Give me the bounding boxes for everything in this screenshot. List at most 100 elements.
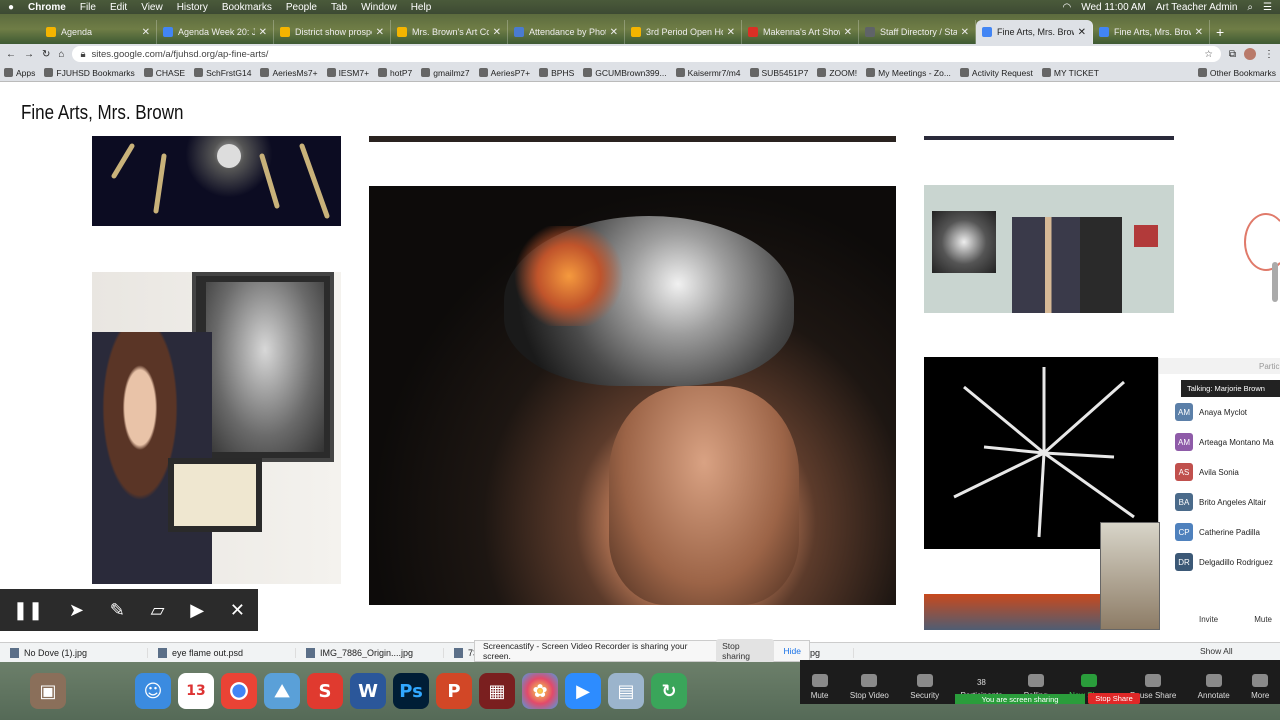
word-icon[interactable]: W	[350, 673, 386, 709]
bookmark-item[interactable]: CHASE	[143, 68, 185, 78]
tab[interactable]: Attendance by Photo ✕	[508, 20, 625, 44]
participant-row[interactable]: BA Brito Angeles Altair	[1159, 487, 1280, 517]
stop-sharing-button[interactable]: Stop sharing	[716, 639, 774, 663]
camera-icon[interactable]: ▶	[190, 600, 204, 621]
photos-icon[interactable]: ✿	[522, 673, 558, 709]
menu-people[interactable]: People	[286, 2, 317, 13]
tab[interactable]: Agenda Week 20: Jan ✕	[157, 20, 274, 44]
invite-button[interactable]: Invite	[1199, 615, 1218, 624]
menu-app-name[interactable]: Chrome	[28, 2, 66, 13]
close-icon[interactable]: ✕	[230, 600, 245, 621]
menu-file[interactable]: File	[80, 2, 96, 13]
tab-active[interactable]: Fine Arts, Mrs. Brown ✕	[976, 20, 1093, 44]
pause-icon[interactable]: ❚❚	[13, 600, 43, 621]
reload-icon[interactable]: ↻	[42, 49, 50, 60]
tab[interactable]: Staff Directory / Staf ✕	[859, 20, 976, 44]
sync-icon[interactable]: ↻	[651, 673, 687, 709]
tab[interactable]: Mrs. Brown's Art Cou ✕	[391, 20, 508, 44]
close-tab-icon[interactable]: ✕	[376, 27, 384, 38]
download-item[interactable]: eye flame out.psd	[148, 647, 296, 658]
new-tab-button[interactable]: +	[1216, 24, 1224, 40]
gallery-photo-mechanical-headpiece[interactable]	[369, 186, 896, 605]
zoom-mute-button[interactable]: Mute	[811, 674, 828, 700]
zoom-security-button[interactable]: Security	[910, 674, 939, 700]
menu-window[interactable]: Window	[361, 2, 397, 13]
zoom-stop-video-button[interactable]: Stop Video	[850, 674, 889, 700]
participant-row[interactable]: AS Avila Sonia	[1159, 457, 1280, 487]
back-icon[interactable]: ←	[6, 49, 16, 60]
bookmark-item[interactable]: ZOOM!	[817, 68, 857, 78]
bookmark-item[interactable]: Other Bookmarks	[1197, 68, 1276, 78]
tab[interactable]: Agenda ✕	[40, 20, 157, 44]
stop-share-button[interactable]: Stop Share	[1088, 693, 1140, 704]
gallery-photo-student-award[interactable]	[92, 272, 341, 584]
pen-icon[interactable]: ✎	[110, 600, 125, 621]
close-tab-icon[interactable]: ✕	[1078, 27, 1086, 38]
close-tab-icon[interactable]: ✕	[493, 27, 501, 38]
bookmark-item[interactable]: BPHS	[539, 68, 574, 78]
zoom-icon[interactable]: ▶	[565, 673, 601, 709]
gallery-photo-top-strip-right[interactable]	[924, 136, 1174, 140]
eraser-icon[interactable]: ▱	[151, 600, 165, 621]
gallery-photo-bottom-right[interactable]	[924, 594, 1100, 630]
forward-icon[interactable]: →	[24, 49, 34, 60]
preview-icon[interactable]: ⛰	[264, 673, 300, 709]
menu-view[interactable]: View	[141, 2, 163, 13]
download-item[interactable]: IMG_7886_Origin....jpg	[296, 647, 444, 658]
profile-avatar[interactable]	[1244, 48, 1256, 60]
calendar-icon[interactable]: 13	[178, 673, 214, 709]
hide-notice-button[interactable]: Hide	[784, 646, 801, 656]
mute-all-button[interactable]: Mute	[1254, 615, 1272, 624]
participant-row[interactable]: AM Arteaga Montano Ma	[1159, 427, 1280, 457]
photo-booth-icon[interactable]: ▦	[479, 673, 515, 709]
powerpoint-icon[interactable]: P	[436, 673, 472, 709]
menu-bookmarks[interactable]: Bookmarks	[222, 2, 272, 13]
close-tab-icon[interactable]: ✕	[844, 27, 852, 38]
bookmark-item[interactable]: hotP7	[378, 68, 412, 78]
zoom-annotate-button[interactable]: Annotate	[1198, 674, 1230, 700]
clock[interactable]: Wed 11:00 AM	[1081, 2, 1146, 13]
cursor-icon[interactable]: ➤	[69, 600, 84, 621]
close-tab-icon[interactable]: ✕	[610, 27, 618, 38]
bookmark-item[interactable]: IESM7+	[326, 68, 369, 78]
wifi-icon[interactable]: ◠	[1062, 2, 1071, 13]
bookmark-item[interactable]: gmailmz7	[421, 68, 470, 78]
bookmark-item[interactable]: SUB5451P7	[749, 68, 808, 78]
star-icon[interactable]: ☆	[1204, 49, 1213, 60]
chrome-icon[interactable]	[221, 673, 257, 709]
menu-edit[interactable]: Edit	[110, 2, 127, 13]
close-tab-icon[interactable]: ✕	[727, 27, 735, 38]
zoom-more-button[interactable]: More	[1251, 674, 1269, 700]
participant-row[interactable]: AM Anaya Myclot	[1159, 397, 1280, 427]
kebab-menu-icon[interactable]: ⋮	[1264, 49, 1274, 60]
participant-row[interactable]: CP Catherine Padilla	[1159, 517, 1280, 547]
tab[interactable]: Makenna's Art Show ✕	[742, 20, 859, 44]
tab[interactable]: District show prospect ✕	[274, 20, 391, 44]
photo-app-icon[interactable]: ▣	[30, 673, 66, 709]
bookmark-item[interactable]: FJUHSD Bookmarks	[44, 68, 135, 78]
screencastify-icon[interactable]: S	[307, 673, 343, 709]
finder-icon[interactable]: ☺	[135, 673, 171, 709]
download-item[interactable]: No Dove (1).jpg	[0, 647, 148, 658]
participant-row[interactable]: DR Delgadillo Rodriguez	[1159, 547, 1280, 577]
menu-icon[interactable]: ☰	[1263, 2, 1272, 13]
menu-history[interactable]: History	[177, 2, 208, 13]
close-tab-icon[interactable]: ✕	[1195, 27, 1203, 38]
bookmark-item[interactable]: AeriesMs7+	[260, 68, 318, 78]
bookmark-item[interactable]: AeriesP7+	[478, 68, 530, 78]
tab[interactable]: 3rd Period Open Hou ✕	[625, 20, 742, 44]
gallery-photo-top-strip[interactable]	[369, 136, 896, 142]
menu-help[interactable]: Help	[411, 2, 432, 13]
apple-icon[interactable]: ●	[8, 2, 14, 13]
home-icon[interactable]: ⌂	[58, 49, 64, 60]
bookmark-item[interactable]: Kaisermr7/m4	[675, 68, 741, 78]
user-name[interactable]: Art Teacher Admin	[1156, 2, 1238, 13]
bookmark-item[interactable]: GCUMBrown399...	[583, 68, 667, 78]
bookmark-item[interactable]: MY TICKET	[1041, 68, 1099, 78]
scrollbar[interactable]	[1272, 262, 1278, 302]
tab[interactable]: Fine Arts, Mrs. Brown ✕	[1093, 20, 1210, 44]
gallery-photo-group-awards[interactable]	[924, 185, 1174, 313]
close-tab-icon[interactable]: ✕	[142, 27, 150, 38]
image-capture-icon[interactable]: ▤	[608, 673, 644, 709]
menu-tab[interactable]: Tab	[331, 2, 347, 13]
